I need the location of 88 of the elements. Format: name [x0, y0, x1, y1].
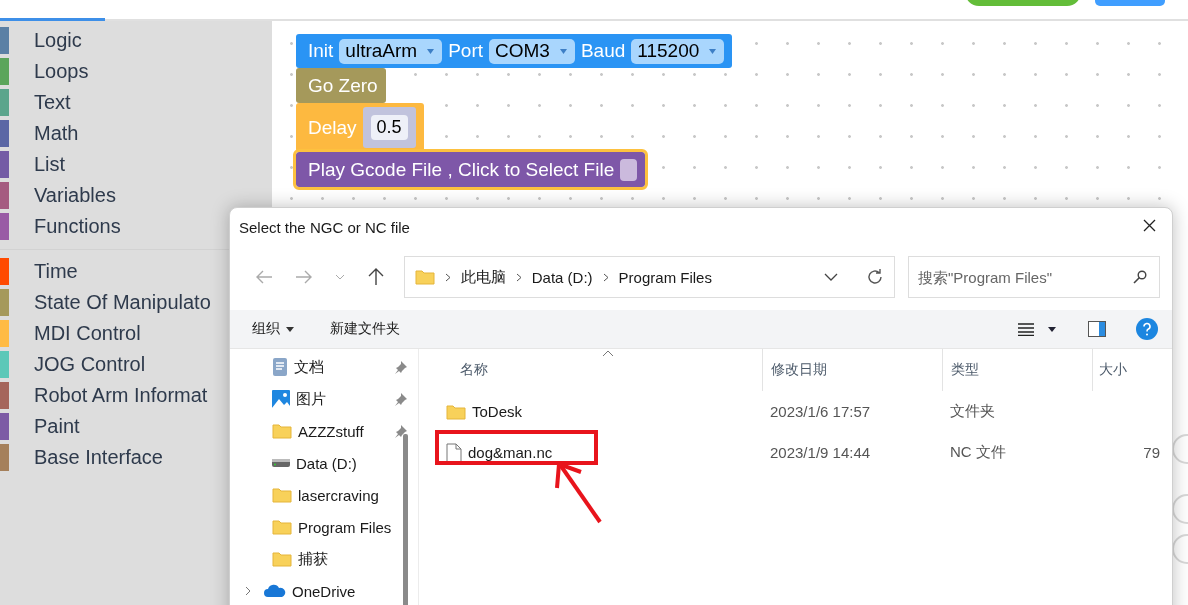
folder-icon [272, 519, 292, 535]
folder-icon [272, 487, 292, 503]
dialog-title: Select the NGC or NC file [239, 218, 410, 236]
category-item[interactable]: Logic [34, 29, 82, 52]
chevron-icon [444, 272, 451, 282]
nav-item[interactable]: 图片 [244, 389, 394, 409]
picture-icon [272, 390, 290, 408]
nav-item[interactable]: lasercraving [244, 486, 394, 504]
category-item[interactable]: List [34, 153, 66, 176]
column-header[interactable]: 修改日期 [762, 349, 942, 391]
column-header[interactable]: 名称 [419, 349, 762, 391]
caret-icon [427, 48, 435, 54]
file-type: NC 文件 [949, 443, 1007, 462]
help-icon[interactable] [1136, 318, 1158, 340]
category-item[interactable]: Loops [34, 60, 89, 83]
block-dropdown[interactable]: ultraArm [339, 38, 443, 64]
breadcrumb-item[interactable]: Data (D:) [531, 268, 593, 286]
category-item[interactable]: Functions [34, 215, 121, 238]
forward-arrow-icon [294, 270, 313, 284]
category-item[interactable]: Base Interface [34, 446, 163, 469]
block-label: Play Gcode File , Click to Select File [308, 158, 615, 181]
block-label: Port [448, 40, 483, 62]
chevron-icon [602, 272, 609, 282]
block-label: Go Zero [308, 74, 378, 97]
nav-item[interactable]: AZZZstuff [244, 422, 394, 440]
modified-date: 2023/1/6 17:57 [769, 403, 872, 420]
nav-item[interactable]: 文档 [244, 357, 394, 377]
nav-item[interactable]: Program Files [244, 518, 394, 536]
file-name[interactable]: dog&man.nc [468, 444, 553, 461]
code-block[interactable]: Delay 0.5 [296, 103, 424, 152]
close-icon [1143, 219, 1156, 232]
column-header[interactable]: 类型 [942, 349, 1092, 391]
block-label: Init [308, 40, 334, 62]
category-item[interactable]: Text [34, 91, 71, 114]
folder-icon [272, 551, 292, 567]
cloud-icon [264, 584, 286, 598]
file-type: 文件夹 [949, 402, 996, 421]
organize-button[interactable]: 组织 [252, 320, 294, 338]
caret-icon [559, 48, 567, 54]
file-name[interactable]: ToDesk [472, 403, 523, 420]
column-header[interactable]: 大小 [1092, 349, 1172, 391]
category-item[interactable]: Variables [34, 184, 116, 207]
caret-icon[interactable] [1048, 326, 1056, 332]
block-dropdown[interactable]: 115200 [631, 38, 725, 64]
code-block[interactable]: Play Gcode File , Click to Select File [296, 152, 646, 187]
dropdown-chevron-icon[interactable] [824, 273, 838, 281]
caret-icon [709, 48, 717, 54]
folder-icon [446, 403, 466, 420]
sort-caret-icon [602, 350, 614, 357]
code-block[interactable]: Init ultraArm Port COM3 Baud 115200 [296, 34, 733, 68]
nav-item[interactable]: Data (D:) [244, 454, 394, 472]
new-folder-button[interactable]: 新建文件夹 [330, 320, 400, 338]
folder-icon [272, 423, 292, 439]
category-item[interactable]: Robot Arm Informat [34, 384, 208, 407]
search-icon [1133, 270, 1147, 284]
chevron-icon [515, 272, 522, 282]
breadcrumb-item[interactable]: 此电脑 [460, 267, 506, 287]
category-item[interactable]: JOG Control [34, 353, 146, 376]
file-icon [446, 442, 462, 463]
number-field[interactable]: 0.5 [370, 115, 408, 140]
modified-date: 2023/1/9 14:44 [769, 444, 872, 461]
list-view-icon[interactable] [1018, 322, 1034, 336]
empty-slot[interactable] [620, 158, 638, 181]
expand-chevron-icon[interactable] [244, 586, 252, 596]
nav-item[interactable]: OneDrive [264, 582, 414, 600]
category-item[interactable]: MDI Control [34, 322, 141, 345]
block-dropdown[interactable]: COM3 [489, 38, 575, 64]
up-arrow-icon [367, 268, 384, 286]
preview-pane-icon[interactable] [1088, 321, 1106, 337]
caret-icon [286, 326, 294, 332]
scrollbar[interactable] [403, 434, 408, 605]
folder-icon [414, 269, 435, 285]
back-arrow-icon [254, 270, 273, 284]
category-item[interactable]: Math [34, 122, 79, 145]
category-item[interactable]: Time [34, 260, 78, 283]
category-item[interactable]: Paint [34, 415, 80, 438]
address-bar[interactable]: 此电脑 Data (D:) Program Files [403, 256, 895, 298]
file-size: 79 [1142, 444, 1160, 461]
nav-item[interactable]: 捕获 [244, 549, 394, 569]
block-label: Delay [308, 116, 357, 139]
breadcrumb-item[interactable]: Program Files [618, 268, 712, 286]
block-label: Baud [580, 40, 626, 62]
category-item[interactable]: State Of Manipulato [34, 291, 211, 314]
chevron-icon [334, 274, 345, 280]
drive-icon [272, 458, 290, 468]
refresh-icon[interactable] [866, 268, 884, 286]
search-field[interactable]: 搜索"Program Files" [908, 256, 1160, 298]
document-icon [272, 357, 288, 377]
